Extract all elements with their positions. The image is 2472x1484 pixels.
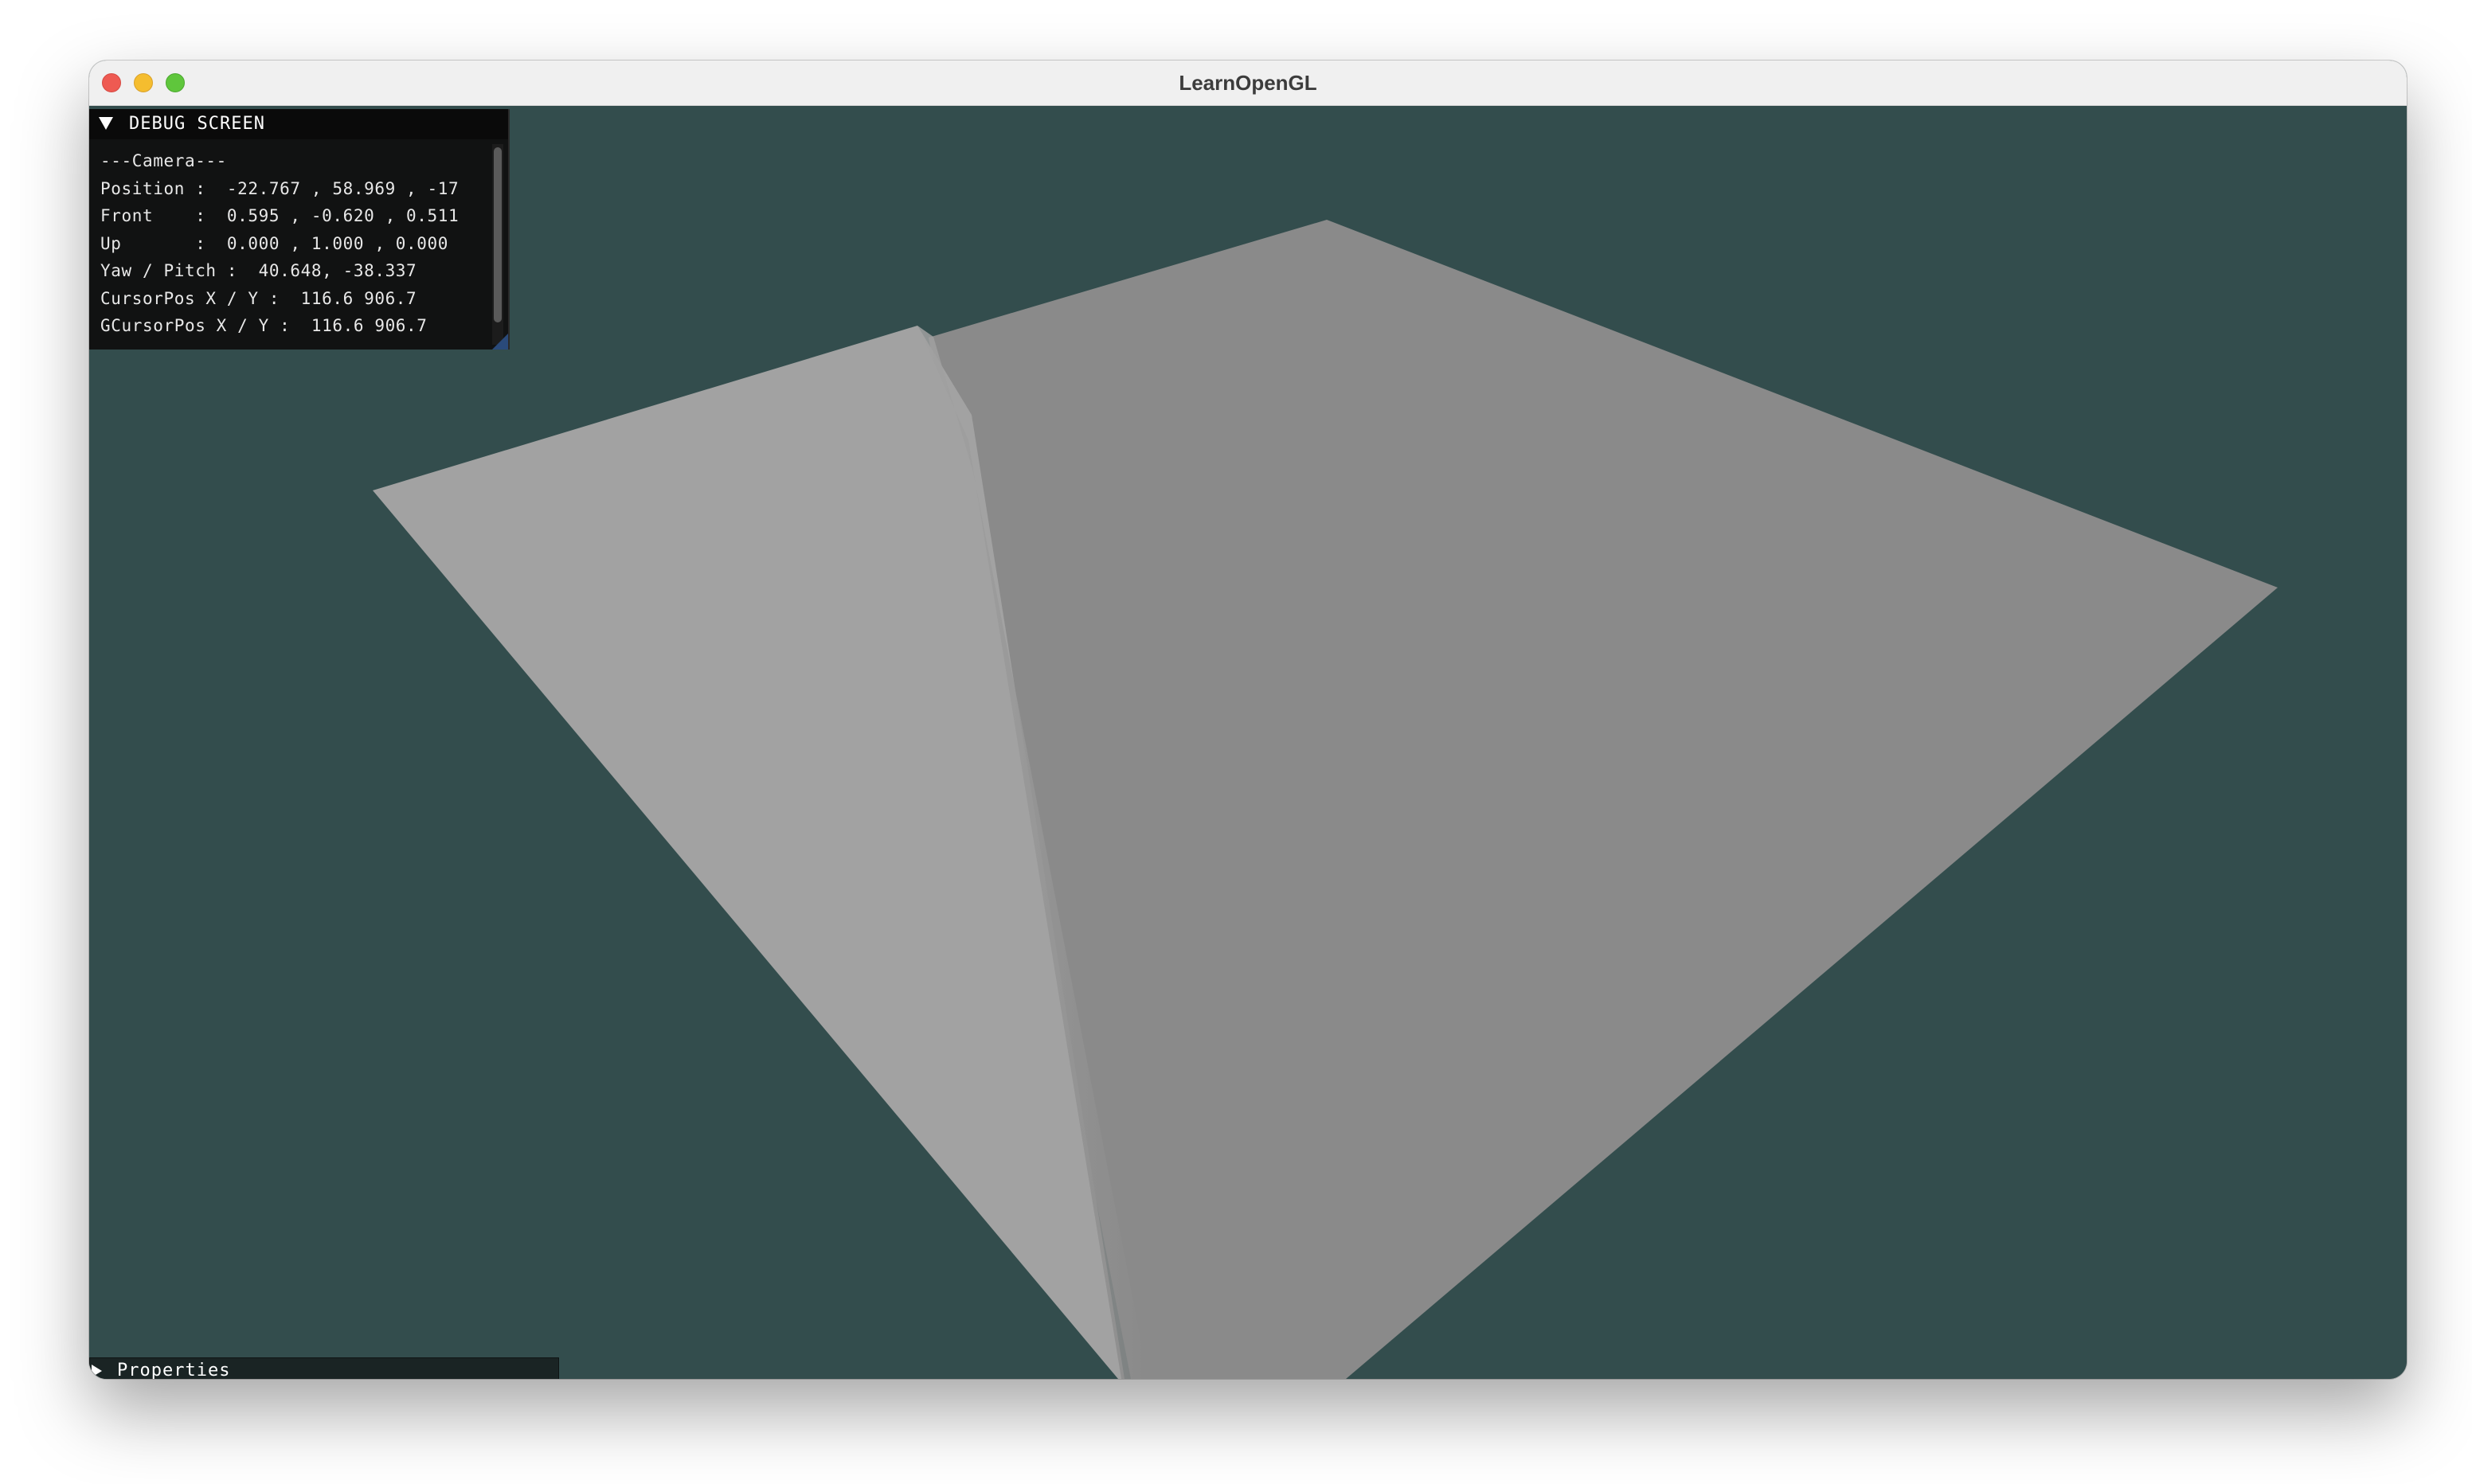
debug-line-yaw-pitch: Yaw / Pitch : 40.648, -38.337	[100, 261, 417, 280]
debug-screen-title: DEBUG SCREEN	[129, 114, 265, 134]
properties-title: Properties	[117, 1361, 231, 1379]
triangle-down-icon[interactable]	[99, 117, 113, 130]
plane-right-face	[929, 220, 2278, 1379]
debug-line-gcursor-pos: GCursorPos X / Y : 116.6 906.7	[100, 316, 428, 335]
debug-screen-panel[interactable]: DEBUG SCREEN ---Camera--- Position : -22…	[89, 109, 510, 350]
app-window: LearnOpenGL DEBUG SCREEN ---Camera--- Po…	[89, 61, 2407, 1379]
debug-screen-content: ---Camera--- Position : -22.767 , 58.969…	[100, 147, 492, 345]
debug-line-position: Position : -22.767 , 58.969 , -17	[100, 178, 460, 198]
title-bar[interactable]: LearnOpenGL	[89, 61, 2407, 106]
debug-scrollbar-thumb[interactable]	[494, 147, 502, 322]
debug-line-up: Up : 0.000 , 1.000 , 0.000	[100, 233, 449, 253]
debug-scrollbar[interactable]	[492, 144, 503, 345]
debug-screen-header[interactable]: DEBUG SCREEN	[89, 109, 508, 139]
gl-viewport[interactable]: DEBUG SCREEN ---Camera--- Position : -22…	[89, 106, 2407, 1379]
window-title: LearnOpenGL	[1179, 71, 1317, 95]
debug-line-front: Front : 0.595 , -0.620 , 0.511	[100, 206, 460, 225]
resize-grip-icon[interactable]	[492, 334, 508, 350]
triangle-right-icon[interactable]	[92, 1365, 102, 1377]
debug-line-camera-header: ---Camera---	[100, 151, 227, 170]
debug-line-cursor-pos: CursorPos X / Y : 116.6 906.7	[100, 288, 417, 308]
properties-panel[interactable]: Properties	[89, 1357, 559, 1379]
